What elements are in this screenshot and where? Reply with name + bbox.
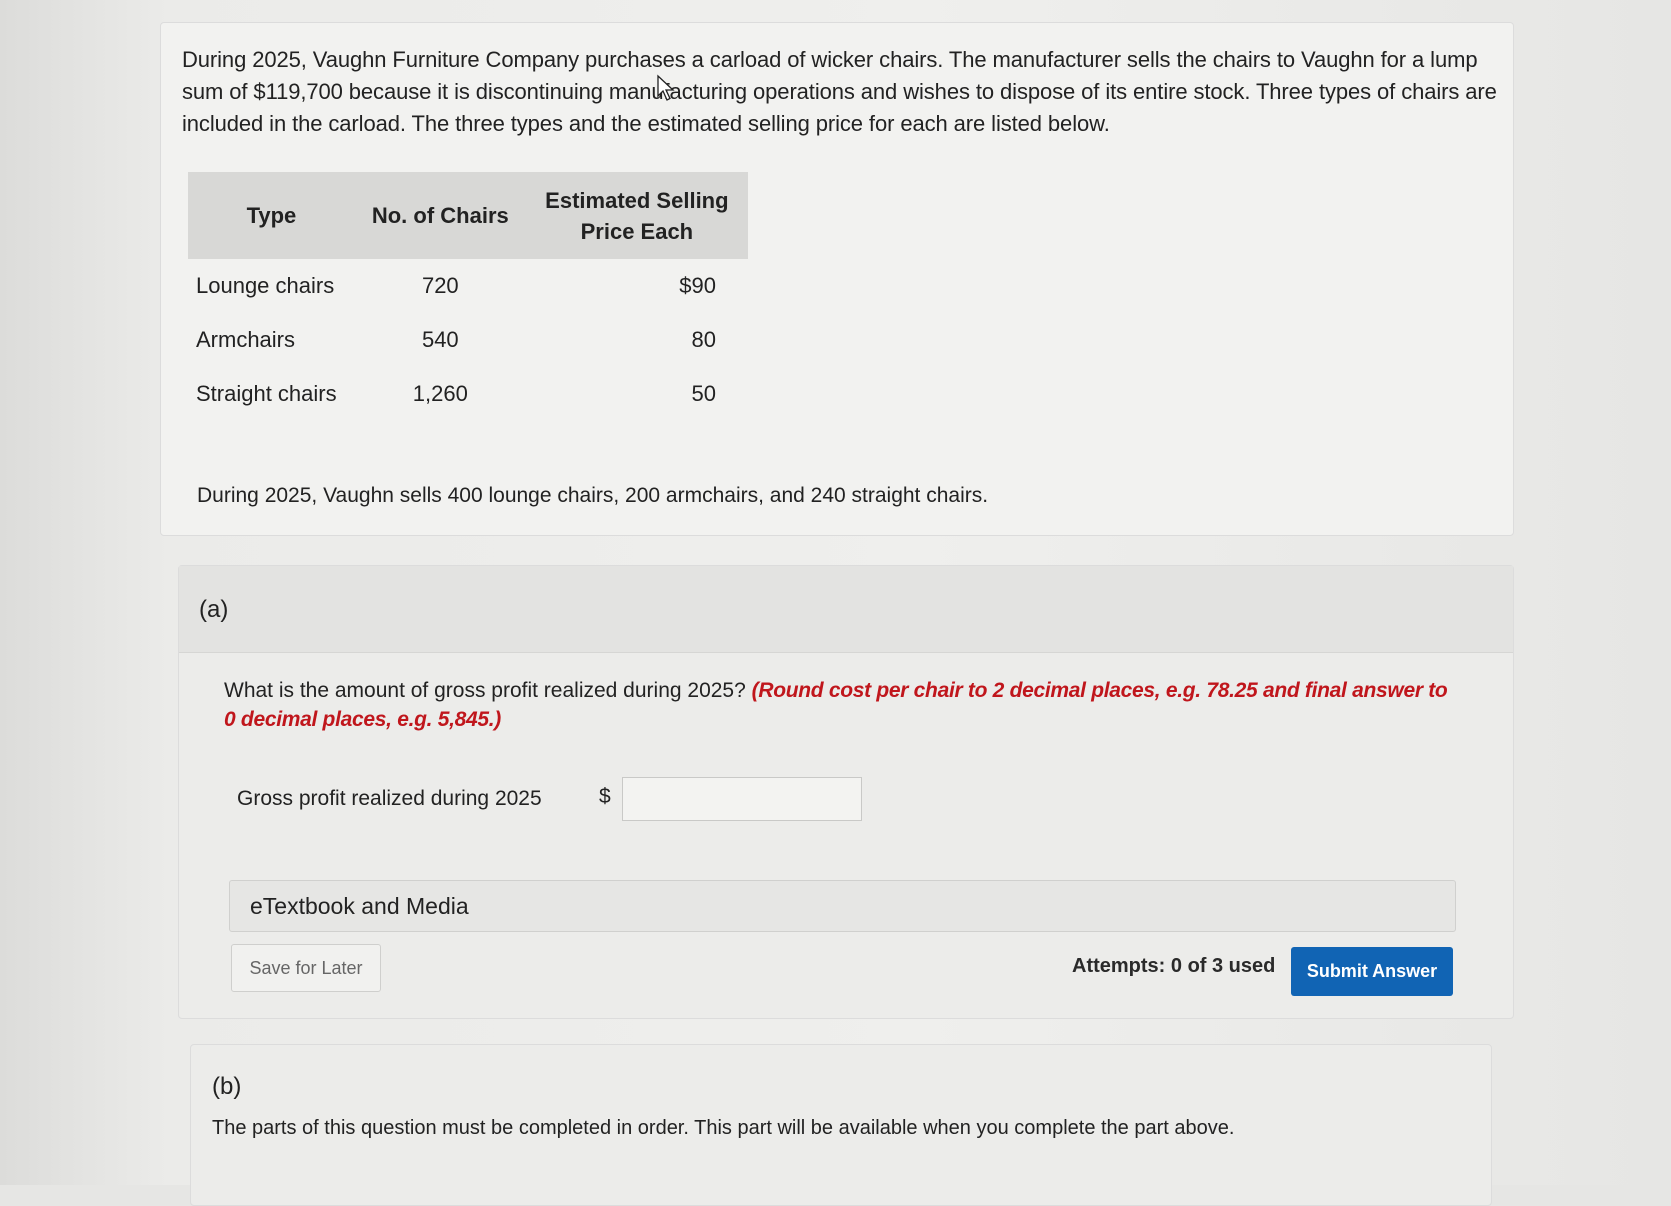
table-row: Straight chairs 1,260 50: [188, 367, 748, 421]
part-a-header: (a): [179, 566, 1513, 653]
cell-count: 720: [421, 273, 459, 298]
table-row: Armchairs 540 80: [188, 313, 748, 367]
save-for-later-button[interactable]: Save for Later: [231, 944, 381, 992]
header-price-line2: Price Each: [580, 218, 694, 244]
cell-type: Lounge chairs: [196, 273, 335, 298]
part-b-locked-note: The parts of this question must be compl…: [212, 1117, 1235, 1139]
part-b-label: (b): [212, 1073, 242, 1100]
question-text: What is the amount of gross profit reali…: [224, 679, 746, 702]
arrow-pointer-icon: [657, 74, 675, 101]
cell-type: Armchairs: [196, 327, 296, 352]
problem-intro: During 2025, Vaughn Furniture Company pu…: [182, 47, 1497, 136]
gross-profit-input[interactable]: [622, 777, 862, 821]
sales-statement: During 2025, Vaughn sells 400 lounge cha…: [197, 484, 989, 507]
etextbook-media-toggle[interactable]: eTextbook and Media: [229, 880, 1456, 932]
cell-type: Straight chairs: [196, 381, 337, 406]
cell-price: 80: [691, 327, 716, 352]
part-a-question: What is the amount of gross profit reali…: [224, 676, 1464, 734]
cell-price: $90: [679, 273, 716, 298]
gross-profit-label: Gross profit realized during 2025: [237, 787, 542, 810]
chair-types-table: Type No. of Chairs Estimated Selling Pri…: [188, 172, 748, 421]
header-price: Estimated Selling Price Each: [526, 172, 748, 259]
table-row: Lounge chairs 720 $90: [188, 259, 748, 313]
cell-count: 540: [421, 327, 459, 352]
header-type: Type: [246, 203, 297, 228]
table-header-row: Type No. of Chairs Estimated Selling Pri…: [188, 172, 748, 259]
currency-symbol: $: [599, 785, 611, 808]
cell-price: 50: [691, 381, 716, 406]
attempts-counter: Attempts: 0 of 3 used: [1072, 955, 1276, 977]
header-count: No. of Chairs: [371, 203, 509, 228]
submit-answer-button[interactable]: Submit Answer: [1291, 947, 1453, 996]
header-price-line1: Estimated Selling: [545, 187, 729, 213]
cell-count: 1,260: [412, 381, 468, 406]
part-a-label: (a): [199, 596, 229, 623]
